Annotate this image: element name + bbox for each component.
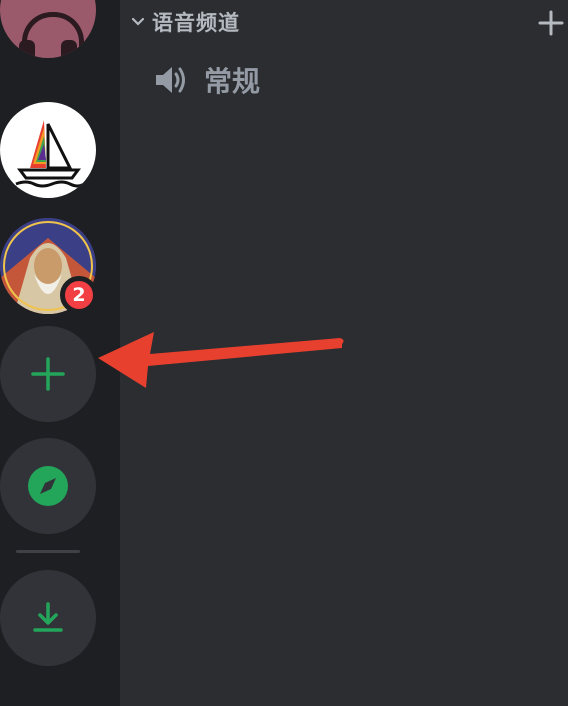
voice-channels-category[interactable]: 语音频道 — [128, 6, 568, 38]
speaker-icon — [156, 67, 185, 93]
download-apps-button[interactable] — [0, 570, 96, 666]
annotation-arrow-icon — [98, 332, 344, 388]
create-channel-icon[interactable] — [538, 10, 564, 36]
download-icon — [33, 602, 63, 632]
category-label: 语音频道 — [152, 11, 240, 35]
plus-icon — [31, 357, 65, 391]
rail-divider — [16, 550, 80, 553]
explore-servers-button[interactable] — [0, 438, 96, 534]
server-sailboat-icon[interactable] — [0, 102, 96, 198]
channel-label: 常规 — [204, 65, 261, 98]
voice-channel-item[interactable]: 常规 — [150, 58, 260, 102]
compass-icon — [28, 466, 68, 506]
add-server-button[interactable] — [0, 326, 96, 422]
unread-count-badge: 2 — [60, 276, 98, 314]
chevron-down-icon — [131, 17, 145, 26]
server-headset-icon[interactable] — [0, 0, 96, 58]
